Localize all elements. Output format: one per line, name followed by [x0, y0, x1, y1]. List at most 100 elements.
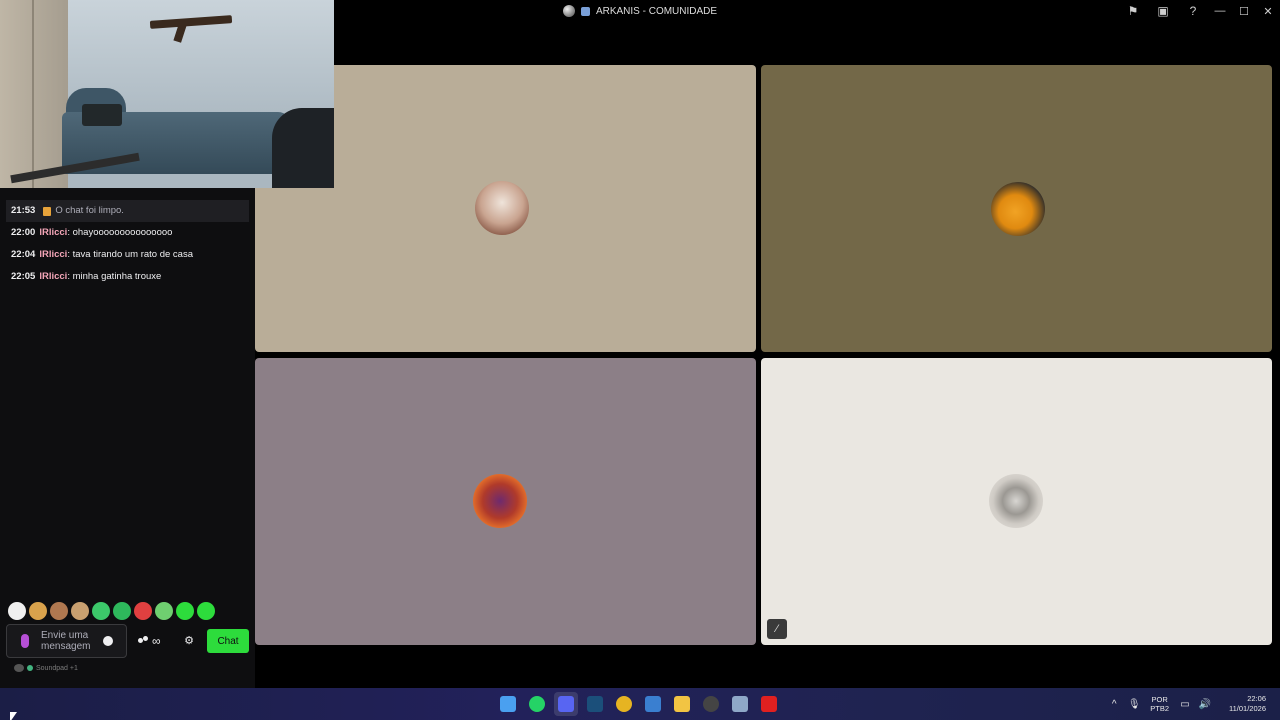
bits-label: ∞ — [152, 634, 161, 648]
settings-icon — [732, 696, 748, 712]
mail-icon — [645, 696, 661, 712]
volume-icon[interactable]: 🔊 — [1195, 699, 1215, 710]
participant-avatar — [989, 474, 1043, 528]
emote-icon[interactable] — [113, 602, 131, 620]
chrome-icon — [616, 696, 632, 712]
bits-button[interactable]: ∞ — [138, 634, 161, 648]
emoji-picker-icon[interactable] — [103, 636, 113, 646]
webcam-overlay — [0, 0, 334, 188]
taskbar-app-whatsapp[interactable] — [525, 692, 549, 716]
window-title: ARKANIS - COMUNIDADE — [595, 5, 718, 17]
emote-icon[interactable] — [176, 602, 194, 620]
whatsapp-icon — [529, 696, 545, 712]
flag-icon[interactable]: ⚑ — [1118, 0, 1148, 22]
user-avatar — [14, 664, 24, 672]
message-username[interactable]: lRlicci — [39, 227, 67, 238]
taskbar-app-chrome[interactable] — [612, 692, 636, 716]
window-title-group: ARKANIS - COMUNIDADE — [562, 5, 718, 17]
message-time: 22:00 — [11, 227, 36, 238]
message-text: minha gatinha trouxe — [72, 271, 162, 282]
trash-icon — [43, 206, 52, 216]
chat-panel: 21:53 O chat foi limpo. 22:00 lRlicci: oh… — [0, 188, 255, 688]
start-icon — [500, 696, 516, 712]
minimize-button[interactable]: — — [1208, 0, 1232, 22]
file-explorer-icon — [674, 696, 690, 712]
clock-date: 11/01/2026 — [1229, 704, 1266, 713]
message-time: 22:04 — [11, 249, 36, 260]
chat-system-message: 21:53 O chat foi limpo. — [6, 200, 249, 222]
chat-input[interactable]: Envie uma mensagem — [6, 624, 127, 658]
chat-send-button[interactable]: Chat — [207, 629, 249, 653]
emote-icon[interactable] — [92, 602, 110, 620]
emote-icon[interactable] — [50, 602, 68, 620]
clock-time: 22:06 — [1247, 694, 1266, 703]
chat-input-placeholder[interactable]: Envie uma mensagem — [41, 630, 101, 652]
message-time: 22:05 — [11, 271, 36, 282]
message-text: O chat foi limpo. — [55, 205, 124, 216]
emote-icon[interactable] — [71, 602, 89, 620]
language-code: POR — [1151, 695, 1168, 704]
message-text: ohayooooooooooooooo — [72, 227, 173, 238]
emote-icon[interactable] — [8, 602, 26, 620]
microphone-icon[interactable]: 🎙 — [1124, 699, 1144, 710]
maximize-button[interactable]: ☐ — [1232, 0, 1256, 22]
taskbar-app-obs[interactable] — [699, 692, 723, 716]
emote-icon[interactable] — [197, 602, 215, 620]
participant-avatar — [473, 474, 527, 528]
steam-icon — [587, 696, 603, 712]
network-icon[interactable]: ▭ — [1175, 699, 1195, 710]
participant-tile-3[interactable] — [255, 358, 756, 645]
muted-mic-icon: ⁄ — [767, 619, 787, 639]
taskbar-app-file-explorer[interactable] — [670, 692, 694, 716]
mouse-cursor-icon — [10, 712, 17, 720]
online-status-icon — [27, 665, 33, 671]
chat-message: 22:00 lRlicci: ohayooooooooooooooo — [11, 227, 173, 238]
soundpad-label: Soundpad +1 — [36, 664, 78, 672]
server-icon — [580, 6, 590, 16]
emote-bar — [8, 602, 215, 620]
chat-message: 22:05 lRlicci: minha gatinha trouxe — [11, 271, 162, 282]
message-username[interactable]: lRlicci — [39, 271, 67, 282]
close-button[interactable]: ✕ — [1256, 0, 1280, 22]
taskbar-app-mail[interactable] — [641, 692, 665, 716]
chat-messages: 21:53 O chat foi limpo. 22:00 lRlicci: oh… — [0, 200, 255, 288]
discord-icon — [558, 696, 574, 712]
webcam-wardrobe — [0, 0, 68, 188]
emote-icon[interactable] — [155, 602, 173, 620]
message-time: 21:53 — [11, 205, 36, 216]
keyboard-layout: PTB2 — [1150, 704, 1170, 713]
mic-icon[interactable] — [21, 634, 29, 648]
taskbar: ^ 🎙 POR PTB2 ▭ 🔊 22:06 11/01/2026 — [0, 688, 1280, 720]
bits-icon — [138, 636, 150, 646]
chat-settings-icon[interactable]: ⚙ — [182, 634, 196, 648]
participant-tile-2[interactable] — [761, 65, 1272, 352]
emote-icon[interactable] — [134, 602, 152, 620]
system-tray: ^ 🎙 POR PTB2 ▭ 🔊 22:06 11/01/2026 — [1104, 688, 1280, 720]
webcam-basket — [82, 104, 122, 126]
title-bar-controls: ⚑ ▣ ? — ☐ ✕ — [1118, 0, 1280, 22]
obs-icon — [703, 696, 719, 712]
message-username[interactable]: lRlicci — [39, 249, 67, 260]
emote-icon[interactable] — [29, 602, 47, 620]
youtube-icon — [761, 696, 777, 712]
app-window: ARKANIS - COMUNIDADE ⚑ ▣ ? — ☐ ✕ ⁄ 21:53… — [0, 0, 1280, 720]
participant-avatar — [991, 182, 1045, 236]
participant-avatar — [475, 181, 529, 235]
webcam-wardrobe-seam — [32, 0, 34, 188]
language-indicator[interactable]: POR PTB2 — [1150, 695, 1169, 713]
taskbar-app-youtube[interactable] — [757, 692, 781, 716]
inbox-icon[interactable]: ▣ — [1148, 0, 1178, 22]
chevron-up-icon[interactable]: ^ — [1104, 699, 1124, 710]
soundpad-status: Soundpad +1 — [14, 664, 78, 672]
webcam-chair — [272, 108, 334, 188]
clock[interactable]: 22:06 11/01/2026 — [1229, 694, 1266, 714]
message-text: tava tirando um rato de casa — [72, 249, 193, 260]
help-icon[interactable]: ? — [1178, 0, 1208, 22]
taskbar-app-discord[interactable] — [554, 692, 578, 716]
participant-tile-4[interactable]: ⁄ — [761, 358, 1272, 645]
globe-icon — [562, 5, 575, 17]
taskbar-app-settings[interactable] — [728, 692, 752, 716]
taskbar-apps — [496, 692, 781, 716]
taskbar-app-steam[interactable] — [583, 692, 607, 716]
taskbar-app-start[interactable] — [496, 692, 520, 716]
